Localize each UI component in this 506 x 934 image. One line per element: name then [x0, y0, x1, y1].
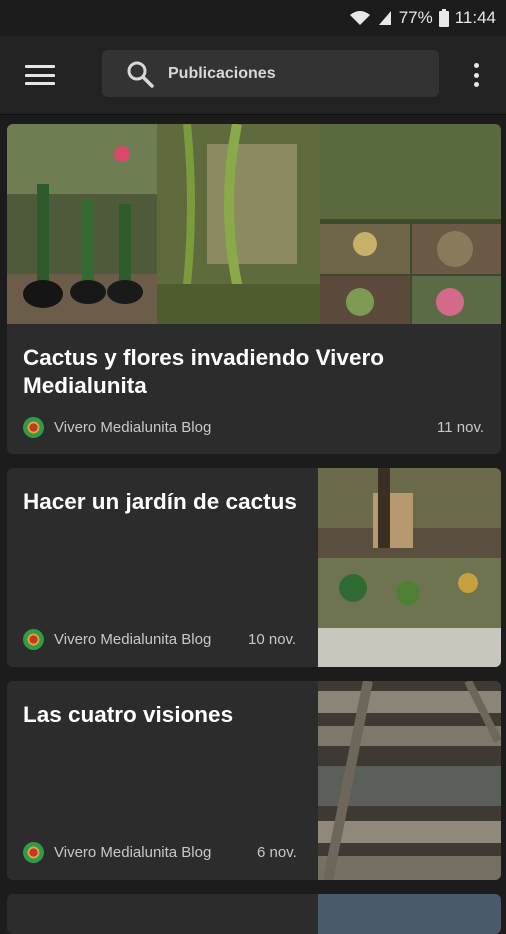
signal-icon	[378, 11, 391, 25]
wooden-bridge-thumbnail	[318, 681, 501, 880]
post-hero-image	[7, 124, 501, 324]
battery-icon	[438, 9, 449, 27]
post-thumbnail	[318, 894, 501, 934]
post-card[interactable]: Hacer un jardín de cactus Vivero Medialu…	[7, 468, 501, 667]
menu-icon-line	[25, 65, 55, 68]
more-dot	[473, 63, 479, 68]
blog-avatar-icon	[23, 842, 44, 863]
post-date: 10 nov.	[248, 631, 297, 648]
cactus-photo	[7, 124, 157, 324]
post-blog-name: Vivero Medialunita Blog	[54, 419, 212, 436]
search-icon	[127, 61, 154, 88]
post-title: Hacer un jardín de cactus	[23, 489, 297, 514]
blog-avatar-icon	[23, 629, 44, 650]
blog-avatar-icon	[23, 417, 44, 438]
menu-icon-line	[25, 82, 55, 85]
post-title: Cactus y flores invadiendo Vivero Medial…	[23, 345, 384, 398]
post-blog-name: Vivero Medialunita Blog	[54, 844, 212, 861]
more-dot	[473, 72, 479, 78]
menu-icon-line	[25, 73, 55, 77]
more-options-button[interactable]	[466, 60, 486, 90]
more-dot	[473, 82, 479, 87]
menu-button[interactable]	[22, 60, 58, 90]
app-bar: Publicaciones	[0, 36, 506, 115]
cactus-collage-photo	[320, 124, 501, 324]
status-bar: 77% 11:44	[0, 0, 506, 36]
post-blog-name: Vivero Medialunita Blog	[54, 631, 212, 648]
wifi-icon	[349, 11, 370, 25]
post-date: 6 nov.	[257, 844, 297, 861]
battery-percent: 77%	[398, 8, 433, 27]
post-title: Las cuatro visiones	[23, 702, 234, 727]
search-placeholder: Publicaciones	[168, 64, 276, 82]
search-bar[interactable]: Publicaciones	[102, 50, 439, 97]
garden-photo	[157, 124, 320, 324]
post-card[interactable]	[7, 894, 501, 934]
post-card[interactable]: Cactus y flores invadiendo Vivero Medial…	[7, 124, 501, 454]
post-date: 11 nov.	[437, 419, 484, 436]
clock: 11:44	[454, 8, 496, 27]
cactus-garden-thumbnail	[318, 468, 501, 667]
post-card[interactable]: Las cuatro visiones Vivero Medialunita B…	[7, 681, 501, 880]
